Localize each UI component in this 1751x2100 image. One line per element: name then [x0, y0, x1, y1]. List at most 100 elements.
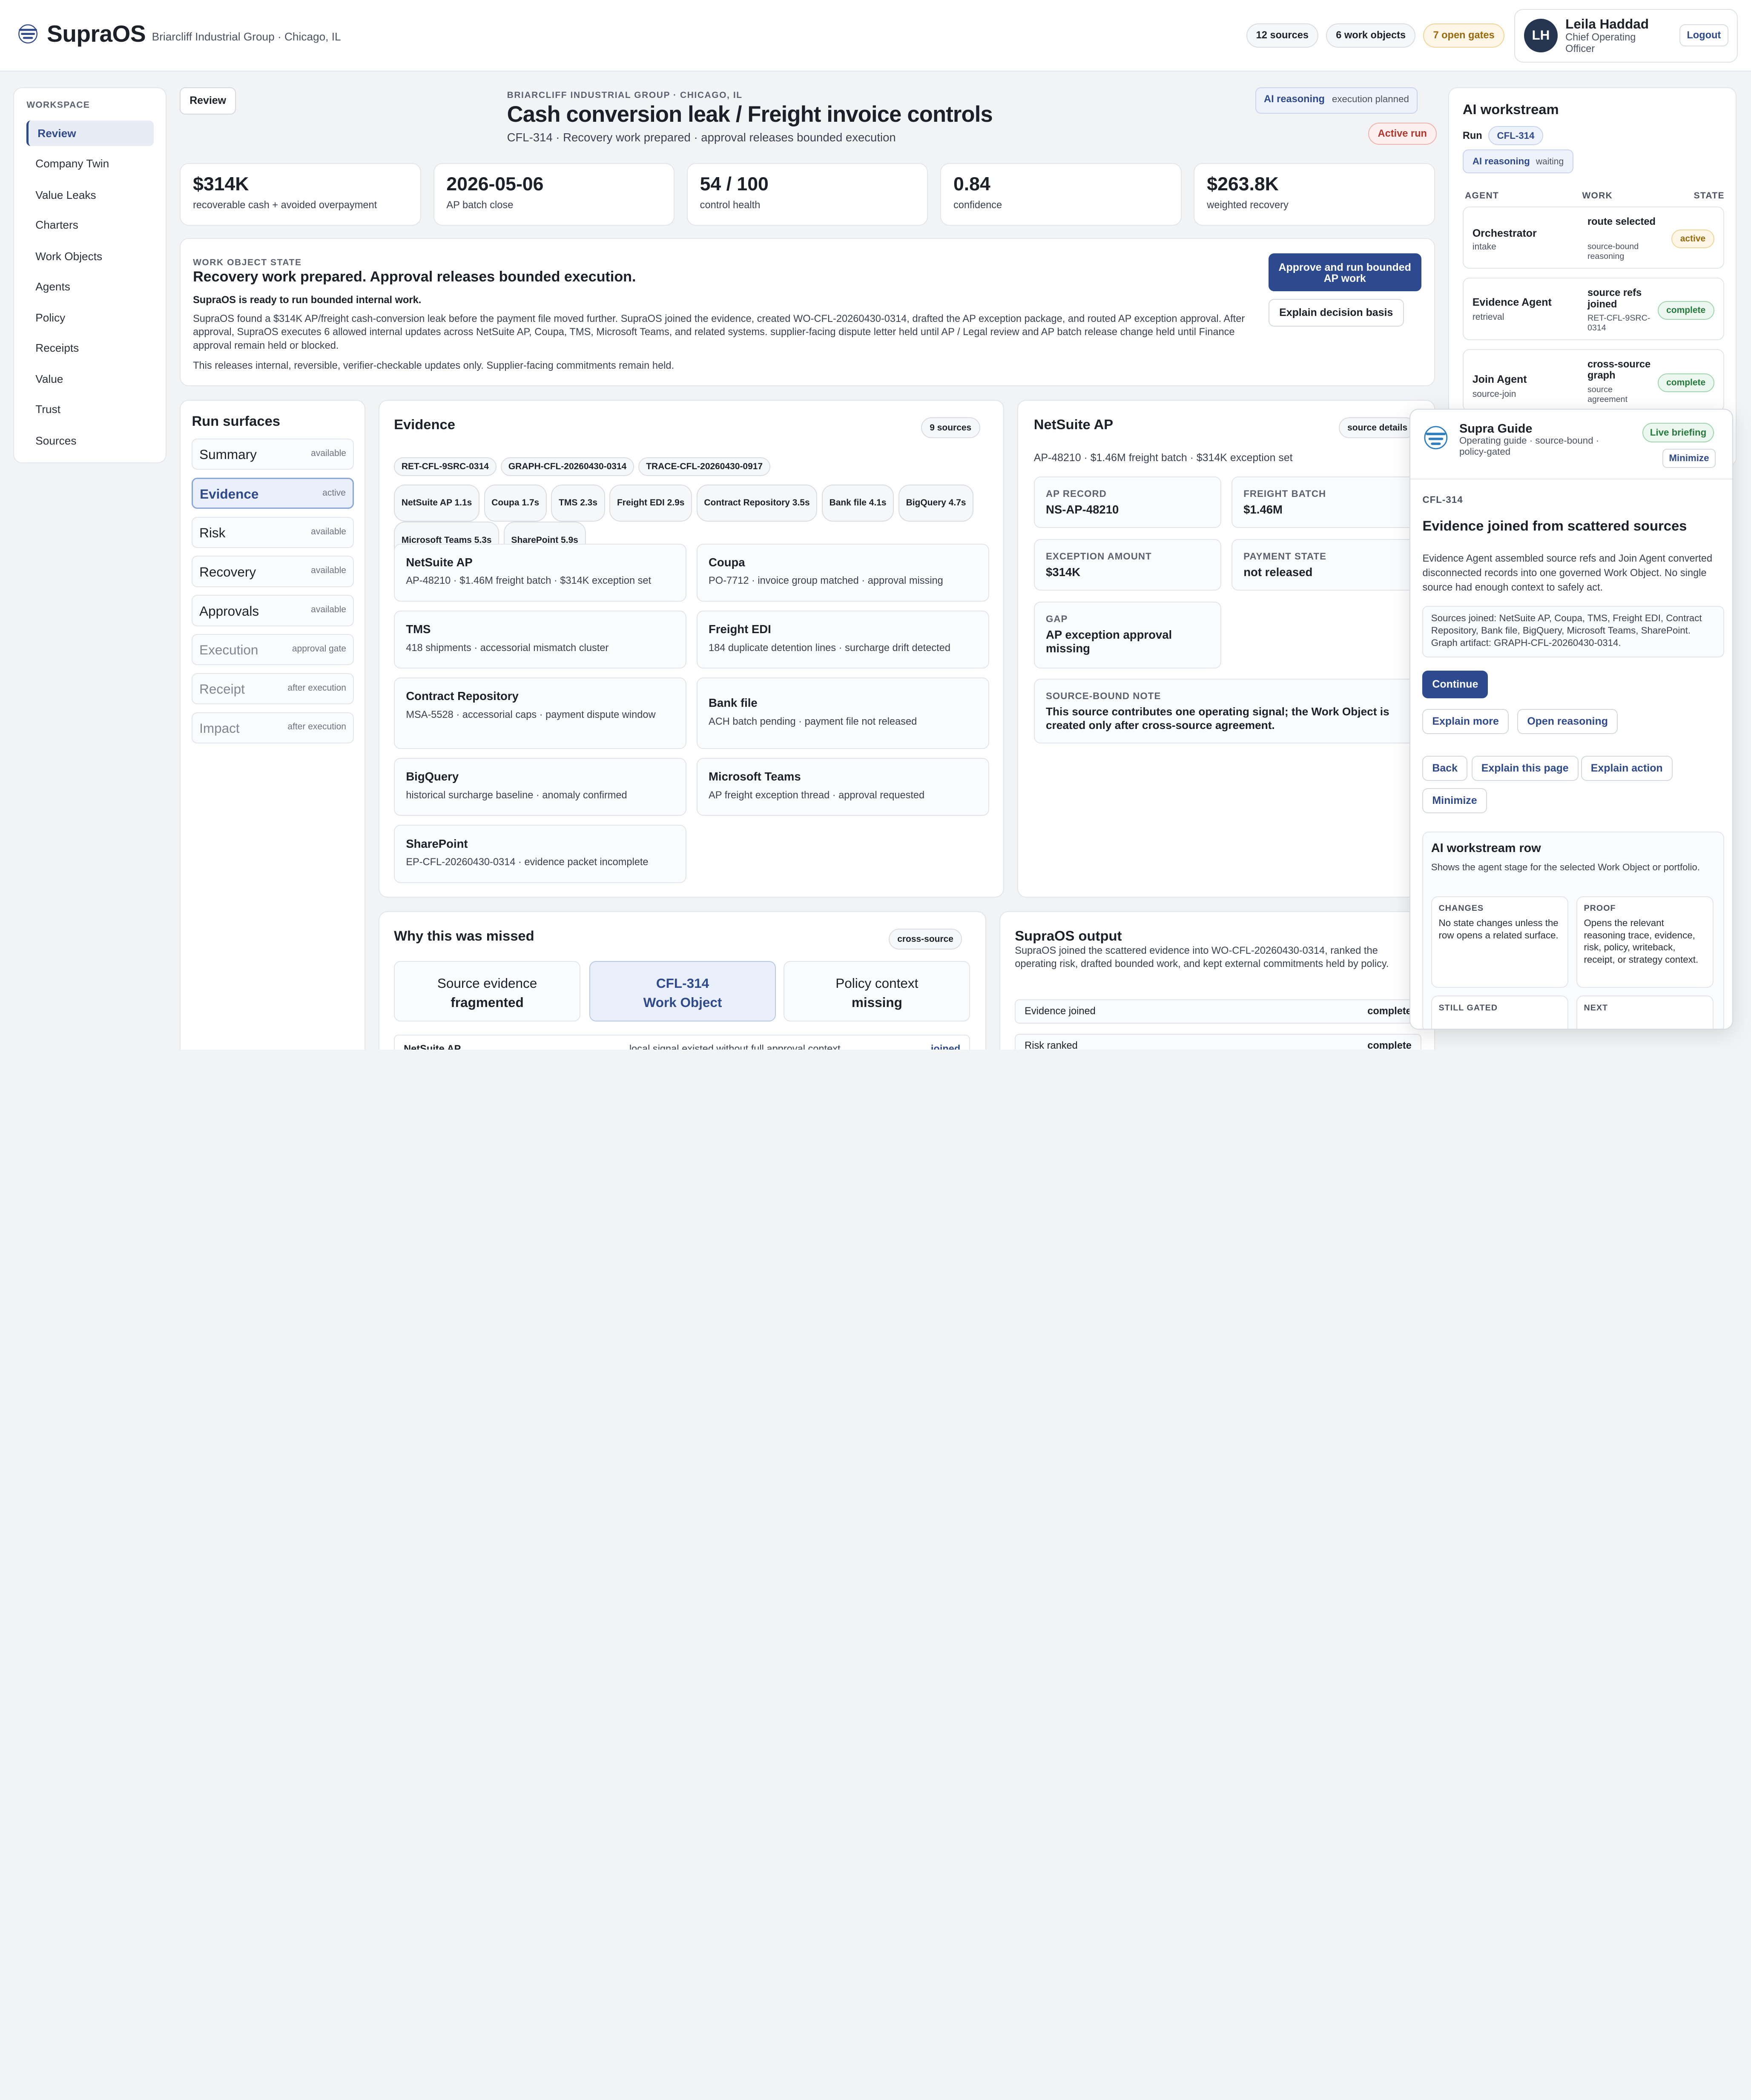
workstream-ai-badge[interactable]: AI reasoning waiting [1462, 149, 1574, 173]
source-card-freight-edi[interactable]: Freight EDI 184 duplicate detention lines… [696, 610, 989, 669]
open-gates-pill[interactable]: 7 open gates [1423, 23, 1504, 48]
run-surfaces-panel: Run surfaces Summary available Evidence ac… [180, 399, 365, 1050]
missed-row-state: joined [930, 1043, 961, 1050]
ref-chip[interactable]: TRACE-CFL-20260430-0917 [638, 457, 770, 476]
timing-chip: Coupa 1.7s [484, 484, 547, 522]
approve-run-button[interactable]: Approve and run bounded AP work [1268, 253, 1421, 291]
agent-row-orchestrator[interactable]: Orchestrator intake route selected sourc… [1462, 206, 1724, 269]
explain-page-button[interactable]: Explain this page [1471, 755, 1579, 781]
nav-item-review[interactable]: Review [26, 120, 154, 146]
source-detail: ACH batch pending · payment file not rel… [709, 716, 917, 727]
surface-receipt[interactable]: Receipt after execution [192, 673, 354, 705]
source-name: Bank file [709, 696, 758, 710]
netsuite-subtitle: AP-48210 · $1.46M freight batch · $314K … [1033, 452, 1293, 464]
source-card-tms[interactable]: TMS 418 shipments · accessorial mismatch … [394, 610, 687, 669]
agent-role: intake [1472, 241, 1496, 252]
brand-name: SupraOS [47, 20, 146, 47]
box-key: NEXT [1584, 1003, 1608, 1013]
ref-chip[interactable]: GRAPH-CFL-20260430-0314 [501, 457, 634, 476]
nav-item-value-leaks[interactable]: Value Leaks [26, 182, 154, 207]
kpi-label: weighted recovery [1207, 199, 1289, 211]
nav-item-charters[interactable]: Charters [26, 212, 154, 238]
source-name: Contract Repository [406, 689, 519, 703]
source-card-bank-file[interactable]: Bank file ACH batch pending · payment fil… [696, 677, 989, 749]
sources-pill[interactable]: 12 sources [1246, 23, 1318, 48]
org-label: Briarcliff Industrial Group · Chicago, I… [152, 30, 341, 43]
surface-risk[interactable]: Risk available [192, 516, 354, 548]
source-card-sharepoint[interactable]: SharePoint EP-CFL-20260430-0314 · evidenc… [394, 825, 687, 883]
source-details-button[interactable]: source details [1338, 417, 1416, 439]
header-pills: 12 sources 6 work objects 7 open gates [1246, 23, 1504, 48]
agent-row-evidence[interactable]: Evidence Agent retrieval source refs joi… [1462, 278, 1724, 341]
output-row: Risk ranked complete [1015, 1033, 1421, 1050]
surface-summary[interactable]: Summary available [192, 439, 354, 470]
source-card-microsoft-teams[interactable]: Microsoft Teams AP freight exception thre… [696, 758, 989, 816]
surface-approvals[interactable]: Approvals available [192, 595, 354, 626]
field-payment-state: PAYMENT STATE not released [1231, 539, 1419, 591]
explain-action-button[interactable]: Explain action [1581, 755, 1673, 781]
source-detail: EP-CFL-20260430-0314 · evidence packet i… [406, 857, 649, 868]
field-exception-amount: EXCEPTION AMOUNT $314K [1033, 539, 1222, 591]
agent-role: retrieval [1472, 312, 1504, 322]
col-state: STATE [1694, 190, 1725, 201]
surface-name: Summary [199, 447, 257, 462]
surface-status: active [322, 488, 346, 498]
nav-item-receipts[interactable]: Receipts [26, 335, 154, 360]
user-name: Leila Haddad [1565, 16, 1649, 32]
nav-item-policy[interactable]: Policy [26, 304, 154, 330]
work-objects-pill[interactable]: 6 work objects [1326, 23, 1416, 48]
continue-button[interactable]: Continue [1422, 671, 1488, 698]
nav-item-agents[interactable]: Agents [26, 273, 154, 299]
kpi-label: confidence [953, 199, 1002, 211]
ai-state: waiting [1536, 156, 1564, 166]
review-button[interactable]: Review [180, 87, 236, 115]
timing-chip: Freight EDI 2.9s [609, 484, 692, 522]
surface-status: available [311, 565, 346, 576]
surface-status: available [311, 526, 346, 536]
field-value: $314K [1046, 565, 1081, 579]
nav-item-work-objects[interactable]: Work Objects [26, 243, 154, 269]
run-id-chip[interactable]: CFL-314 [1488, 126, 1543, 146]
next-box: NEXT [1576, 995, 1714, 1029]
surface-impact[interactable]: Impact after execution [192, 712, 354, 743]
source-card-bigquery[interactable]: BigQuery historical surcharge baseline · … [394, 758, 687, 816]
tab-policy-context[interactable]: Policy context missing [784, 961, 970, 1021]
tab-source-evidence[interactable]: Source evidence fragmented [394, 961, 581, 1021]
agent-name: Join Agent [1472, 373, 1527, 386]
surface-recovery[interactable]: Recovery available [192, 556, 354, 587]
source-name: Microsoft Teams [709, 770, 801, 783]
nav-item-value[interactable]: Value [26, 366, 154, 392]
user-card: LH Leila Haddad Chief Operating Officer … [1514, 9, 1738, 63]
nav-item-trust[interactable]: Trust [26, 396, 154, 422]
source-card-coupa[interactable]: Coupa PO-7712 · invoice group matched · a… [696, 543, 989, 602]
supra-logo-icon [18, 24, 37, 43]
back-button[interactable]: Back [1422, 755, 1467, 781]
explain-decision-button[interactable]: Explain decision basis [1268, 299, 1404, 327]
nav-item-company-twin[interactable]: Company Twin [26, 150, 154, 176]
open-reasoning-button[interactable]: Open reasoning [1517, 709, 1618, 734]
kpi-batch-close: 2026-05-06 AP batch close [433, 163, 675, 226]
avatar: LH [1524, 18, 1558, 52]
box-value: Opens the relevant reasoning trace, evid… [1584, 917, 1699, 965]
nav-item-sources[interactable]: Sources [26, 427, 154, 453]
brand[interactable]: SupraOS [18, 20, 146, 47]
source-card-contract-repository[interactable]: Contract Repository MSA-5528 · accessoria… [394, 677, 687, 749]
minimize-guide-button[interactable]: Minimize [1422, 788, 1487, 814]
field-key: EXCEPTION AMOUNT [1046, 551, 1152, 562]
source-card-netsuite[interactable]: NetSuite AP AP-48210 · $1.46M freight bat… [394, 543, 687, 602]
timing-chip: Contract Repository 3.5s [696, 484, 818, 522]
surface-evidence[interactable]: Evidence active [192, 477, 354, 509]
agent-state: complete [1657, 301, 1714, 320]
tab-work-object[interactable]: CFL-314 Work Object [589, 961, 776, 1021]
agent-row-join[interactable]: Join Agent source-join cross-source grap… [1462, 349, 1724, 412]
explain-more-button[interactable]: Explain more [1422, 709, 1509, 734]
source-name: Freight EDI [709, 623, 771, 636]
state-body: SupraOS found a $314K AP/freight cash-co… [193, 313, 1245, 351]
ref-chip[interactable]: RET-CFL-9SRC-0314 [394, 457, 497, 476]
ai-reasoning-label: AI reasoning [1264, 93, 1325, 105]
minimize-button[interactable]: Minimize [1662, 448, 1716, 468]
title-eyebrow: BRIARCLIFF INDUSTRIAL GROUP · CHICAGO, I… [507, 90, 743, 100]
surface-execution[interactable]: Execution approval gate [192, 634, 354, 666]
ai-reasoning-badge[interactable]: AI reasoning execution planned [1255, 87, 1418, 114]
logout-button[interactable]: Logout [1679, 24, 1728, 47]
